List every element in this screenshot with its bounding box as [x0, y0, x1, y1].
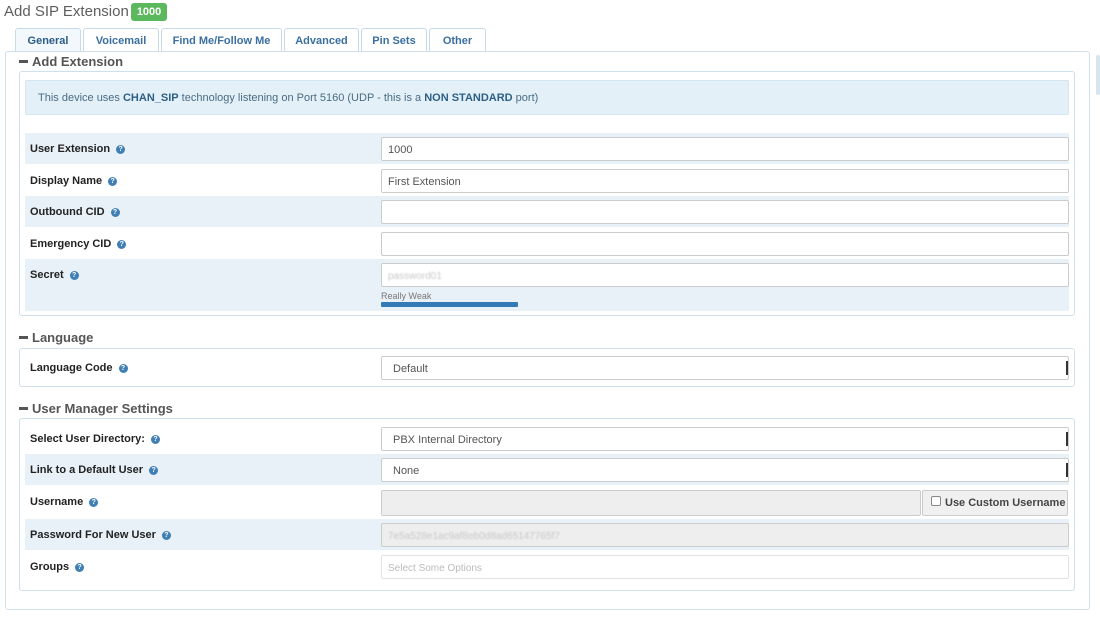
tab-pin-sets[interactable]: Pin Sets [361, 28, 427, 52]
form-row-default-user: Link to a Default User? None [25, 454, 1069, 485]
tab-find-me-follow-me[interactable]: Find Me/Follow Me [161, 28, 282, 52]
language-code-select[interactable]: Default [381, 356, 1069, 380]
emergency-cid-input[interactable] [381, 232, 1069, 256]
help-icon[interactable]: ? [69, 270, 79, 280]
section-add-extension[interactable]: Add Extension [19, 54, 123, 69]
field-label: Language Code? [30, 362, 128, 374]
scrollbar[interactable] [1096, 55, 1100, 95]
field-label: Outbound CID? [30, 206, 120, 218]
form-row-user-extension: User Extension? 1000 [25, 133, 1069, 164]
section-user-manager[interactable]: User Manager Settings [19, 401, 173, 416]
field-label: User Extension? [30, 143, 126, 155]
form-row-password-new-user: Password For New User? 7e5a528e1ac9af8eb… [25, 519, 1069, 550]
form-row-user-directory: Select User Directory:? PBX Internal Dir… [25, 423, 1069, 454]
section-title: User Manager Settings [32, 401, 173, 416]
label-text: Link to a Default User [30, 464, 144, 476]
label-text: Groups [30, 561, 70, 573]
section-title: Language [32, 330, 94, 345]
help-icon[interactable]: ? [150, 434, 160, 444]
help-icon[interactable]: ? [75, 562, 85, 572]
info-text: This device uses [38, 92, 123, 104]
user-directory-select[interactable]: PBX Internal Directory [381, 427, 1069, 451]
help-icon[interactable]: ? [149, 465, 159, 475]
info-text: port) [512, 92, 539, 104]
form-row-language-code: Language Code? Default [25, 352, 1069, 383]
form-row-outbound-cid: Outbound CID? [25, 196, 1069, 227]
form-row-emergency-cid: Emergency CID? [25, 228, 1069, 259]
section-language[interactable]: Language [19, 330, 93, 345]
tab-other[interactable]: Other [429, 28, 486, 52]
label-text: Password For New User [30, 529, 156, 541]
tab-general[interactable]: General [15, 28, 81, 52]
field-label: Password For New User? [30, 529, 171, 541]
minus-icon [19, 407, 28, 410]
page-title-text: Add SIP Extension [4, 2, 129, 20]
section-title: Add Extension [32, 54, 124, 69]
field-label: Secret? [30, 269, 79, 281]
tab-advanced[interactable]: Advanced [284, 28, 359, 52]
extension-badge: 1000 [130, 3, 168, 21]
password-strength-bar [381, 302, 518, 307]
help-icon[interactable]: ? [116, 144, 126, 154]
field-label: Emergency CID? [30, 238, 127, 250]
user-extension-input[interactable]: 1000 [381, 137, 1069, 161]
label-text: Display Name [30, 175, 103, 187]
help-icon[interactable]: ? [118, 363, 128, 373]
form-row-groups: Groups? Select Some Options [25, 551, 1069, 582]
help-icon[interactable]: ? [161, 530, 171, 540]
username-input[interactable] [381, 490, 921, 516]
help-icon[interactable]: ? [89, 497, 99, 507]
tab-bar: General Voicemail Find Me/Follow Me Adva… [15, 28, 486, 52]
field-label: Link to a Default User? [30, 464, 159, 476]
secret-input[interactable]: password01 [381, 263, 1069, 287]
minus-icon [19, 336, 28, 339]
groups-multiselect[interactable]: Select Some Options [381, 555, 1069, 579]
password-strength-label: Really Weak [381, 291, 432, 301]
minus-icon [19, 60, 28, 63]
label-text: Username [30, 496, 84, 508]
field-label: Username? [30, 496, 99, 508]
label-text: Language Code [30, 362, 113, 374]
label-text: Emergency CID [30, 238, 112, 250]
display-name-input[interactable]: First Extension [381, 169, 1069, 193]
help-icon[interactable]: ? [108, 176, 118, 186]
page-title: Add SIP Extension 1000 [4, 2, 168, 21]
info-warning: NON STANDARD [424, 92, 513, 104]
label-text: Secret [30, 269, 64, 281]
field-label: Select User Directory:? [30, 433, 160, 445]
custom-username-checkbox[interactable] [931, 496, 941, 506]
help-icon[interactable]: ? [110, 207, 120, 217]
label-text: User Extension [30, 143, 111, 155]
custom-username-label: Use Custom Username [945, 497, 1066, 509]
info-text: technology listening on Port 5160 (UDP -… [178, 92, 425, 104]
custom-username-toggle[interactable]: Use Custom Username [922, 490, 1068, 516]
field-label: Display Name? [30, 175, 118, 187]
password-new-user-input[interactable]: 7e5a528e1ac9af8eb0d8ad65147765f7 [381, 523, 1069, 547]
secret-value: password01 [388, 271, 442, 282]
form-row-secret: Secret? password01 [25, 259, 1069, 311]
info-tech: CHAN_SIP [122, 92, 179, 104]
form-row-display-name: Display Name? First Extension [25, 165, 1069, 196]
outbound-cid-input[interactable] [381, 200, 1069, 224]
label-text: Outbound CID [30, 206, 105, 218]
groups-placeholder: Select Some Options [388, 563, 482, 574]
field-label: Groups? [30, 561, 85, 573]
tab-voicemail[interactable]: Voicemail [83, 28, 159, 52]
info-alert: This device uses CHAN_SIP technology lis… [25, 80, 1069, 115]
default-user-select[interactable]: None [381, 458, 1069, 482]
label-text: Select User Directory: [30, 433, 145, 445]
password-value: 7e5a528e1ac9af8eb0d8ad65147765f7 [388, 531, 560, 542]
form-row-username: Username? [25, 486, 1069, 517]
help-icon[interactable]: ? [117, 239, 127, 249]
